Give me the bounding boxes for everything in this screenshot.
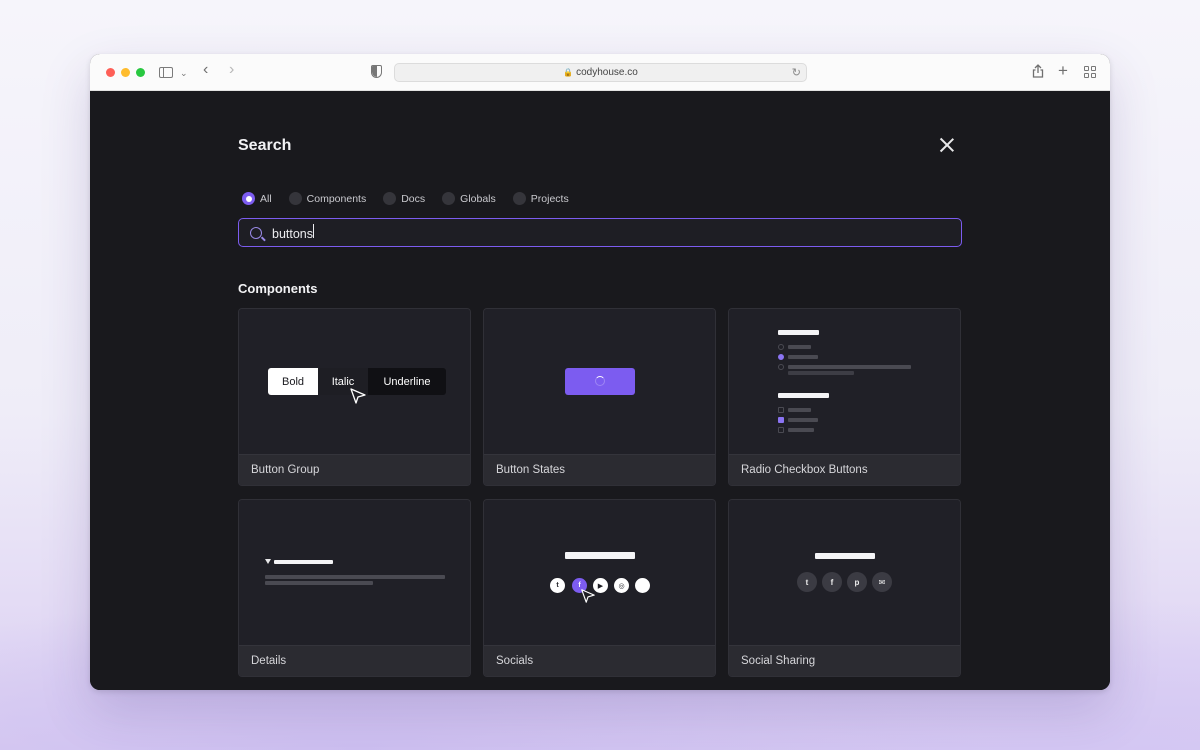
mail-icon: ✉ — [872, 572, 892, 592]
preview-bold-button: Bold — [268, 368, 318, 395]
result-card-details[interactable]: Details — [238, 499, 471, 677]
preview-text-bar — [788, 345, 811, 349]
minimize-window-button[interactable] — [121, 68, 130, 77]
preview-text-bar — [265, 575, 445, 579]
card-label: Button States — [484, 454, 715, 485]
preview-text-bar — [788, 365, 911, 369]
url-text: codyhouse.co — [576, 67, 638, 78]
card-preview: t f p ✉ — [729, 500, 960, 646]
pinterest-icon: p — [847, 572, 867, 592]
twitter-icon: t — [797, 572, 817, 592]
filter-label: Projects — [530, 192, 569, 205]
result-card-social-sharing[interactable]: t f p ✉ Social Sharing — [728, 499, 961, 677]
preview-loading-button — [565, 368, 635, 395]
filter-projects[interactable]: Projects — [512, 192, 569, 205]
preview-text-bar — [265, 581, 373, 585]
card-preview — [239, 500, 470, 646]
search-filter-group: All Components Docs Globals Projects — [242, 192, 586, 205]
back-arrow-icon[interactable]: ‹ — [203, 62, 208, 78]
preview-text-bar — [788, 428, 814, 432]
lock-icon: 🔒 — [563, 68, 574, 77]
search-query-text: buttons — [272, 227, 314, 241]
preview-heading-bar — [274, 560, 333, 564]
preview-checkbox-icon — [778, 407, 784, 413]
card-label: Socials — [484, 645, 715, 676]
privacy-shield-icon[interactable] — [371, 65, 382, 78]
text-caret — [313, 224, 315, 238]
preview-heading-bar — [778, 330, 819, 335]
search-input[interactable]: buttons — [272, 224, 912, 241]
preview-heading-bar — [565, 552, 635, 559]
preview-text-bar — [788, 371, 854, 375]
preview-underline-button: Underline — [368, 368, 446, 395]
card-preview — [729, 309, 960, 455]
zoom-window-button[interactable] — [136, 68, 145, 77]
preview-checkbox-checked-icon — [778, 417, 784, 423]
filter-globals[interactable]: Globals — [442, 192, 496, 205]
close-window-button[interactable] — [106, 68, 115, 77]
cursor-arrow-icon — [350, 388, 366, 404]
forward-arrow-icon[interactable]: › — [229, 62, 234, 78]
result-card-socials[interactable]: t f ▶ ◎ Socials — [483, 499, 716, 677]
share-icon[interactable] — [1032, 64, 1044, 81]
filter-docs[interactable]: Docs — [383, 192, 425, 205]
new-tab-plus-icon[interactable]: + — [1058, 61, 1068, 81]
preview-heading-bar — [815, 553, 875, 559]
preview-text-bar — [788, 355, 818, 359]
filter-components[interactable]: Components — [288, 192, 367, 205]
search-icon — [250, 226, 262, 239]
result-card-button-group[interactable]: Bold Italic Underline Button Group — [238, 308, 471, 486]
chevron-down-icon[interactable]: ⌄ — [180, 66, 188, 80]
radio-icon[interactable] — [288, 192, 302, 205]
search-field[interactable]: buttons — [238, 218, 962, 247]
card-preview — [484, 309, 715, 455]
card-label: Radio Checkbox Buttons — [729, 454, 960, 485]
radio-icon[interactable] — [383, 192, 397, 205]
filter-label: Docs — [401, 192, 426, 205]
browser-toolbar: ⌄ ‹ › 🔒 codyhouse.co ↻ + — [90, 54, 1110, 91]
card-label: Social Sharing — [729, 645, 960, 676]
radio-icon[interactable] — [512, 192, 526, 205]
card-label: Details — [239, 645, 470, 676]
browser-window: ⌄ ‹ › 🔒 codyhouse.co ↻ + Search All Comp… — [90, 54, 1110, 690]
cursor-arrow-icon — [581, 589, 595, 603]
filter-label: All — [260, 192, 272, 205]
preview-checkbox-icon — [778, 427, 784, 433]
radio-icon[interactable] — [442, 192, 456, 205]
card-preview: Bold Italic Underline — [239, 309, 470, 455]
circle-icon — [635, 578, 650, 593]
filter-all[interactable]: All — [242, 192, 272, 205]
card-preview: t f ▶ ◎ — [484, 500, 715, 646]
window-controls — [106, 68, 145, 77]
disclosure-triangle-icon — [265, 559, 271, 564]
address-bar[interactable]: 🔒 codyhouse.co ↻ — [394, 63, 807, 82]
preview-text-bar — [788, 418, 818, 422]
sidebar-toggle-icon[interactable] — [159, 67, 173, 78]
close-icon[interactable] — [939, 137, 955, 153]
dribbble-icon: ◎ — [614, 578, 629, 593]
reload-icon[interactable]: ↻ — [792, 66, 801, 79]
search-modal: Search All Components Docs Globals Proje… — [90, 91, 1110, 690]
spinner-icon — [595, 376, 605, 386]
result-card-button-states[interactable]: Button States — [483, 308, 716, 486]
radio-icon[interactable] — [242, 192, 255, 205]
facebook-icon: f — [822, 572, 842, 592]
result-card-radio-checkbox-buttons[interactable]: Radio Checkbox Buttons — [728, 308, 961, 486]
filter-label: Globals — [460, 192, 496, 205]
filter-label: Components — [306, 192, 367, 205]
twitter-icon: t — [550, 578, 565, 593]
preview-radio-icon — [778, 344, 784, 350]
tab-overview-icon[interactable] — [1084, 66, 1096, 78]
preview-text-bar — [788, 408, 811, 412]
card-label: Button Group — [239, 454, 470, 485]
preview-radio-icon — [778, 364, 784, 370]
preview-heading-bar — [778, 393, 829, 398]
modal-title: Search — [238, 137, 292, 154]
preview-radio-checked-icon — [778, 354, 784, 360]
section-title: Components — [238, 281, 318, 296]
